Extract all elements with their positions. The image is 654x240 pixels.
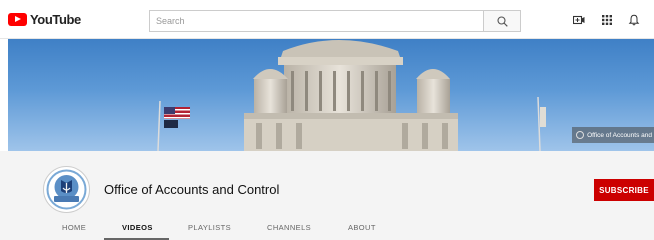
globe-icon <box>576 131 585 139</box>
masthead: YouTube <box>0 0 654 39</box>
state-seal-icon <box>45 168 88 211</box>
search-box <box>149 10 483 32</box>
tab-channels[interactable]: CHANNELS <box>267 223 311 232</box>
youtube-play-icon <box>8 13 27 26</box>
channel-tabs: HOME VIDEOS PLAYLISTS CHANNELS ABOUT <box>0 218 654 240</box>
channel-header: Office of Accounts and Control SUBSCRIBE… <box>0 151 654 240</box>
youtube-logo[interactable]: YouTube <box>8 12 81 27</box>
logo-text: YouTube <box>30 12 81 27</box>
channel-banner: Office of Accounts and <box>8 39 654 151</box>
tab-about[interactable]: ABOUT <box>348 223 376 232</box>
video-camera-icon[interactable] <box>573 14 585 26</box>
banner-link-text: Office of Accounts and <box>587 131 652 139</box>
tab-home[interactable]: HOME <box>62 223 86 232</box>
search-icon <box>497 16 508 27</box>
channel-title: Office of Accounts and Control <box>104 182 280 197</box>
banner-link-badge[interactable]: Office of Accounts and <box>572 127 654 143</box>
tab-playlists[interactable]: PLAYLISTS <box>188 223 231 232</box>
banner-image <box>157 40 546 151</box>
channel-avatar[interactable] <box>43 166 90 213</box>
subscribe-button[interactable]: SUBSCRIBE <box>594 179 654 201</box>
tab-videos[interactable]: VIDEOS <box>122 223 153 232</box>
search-button[interactable] <box>483 10 521 32</box>
search-input[interactable] <box>150 11 483 31</box>
apps-grid-icon[interactable] <box>601 14 613 26</box>
youtube-channel-page: YouTube Search Office of Accounts and Of… <box>0 0 654 240</box>
bell-icon[interactable] <box>628 14 640 26</box>
